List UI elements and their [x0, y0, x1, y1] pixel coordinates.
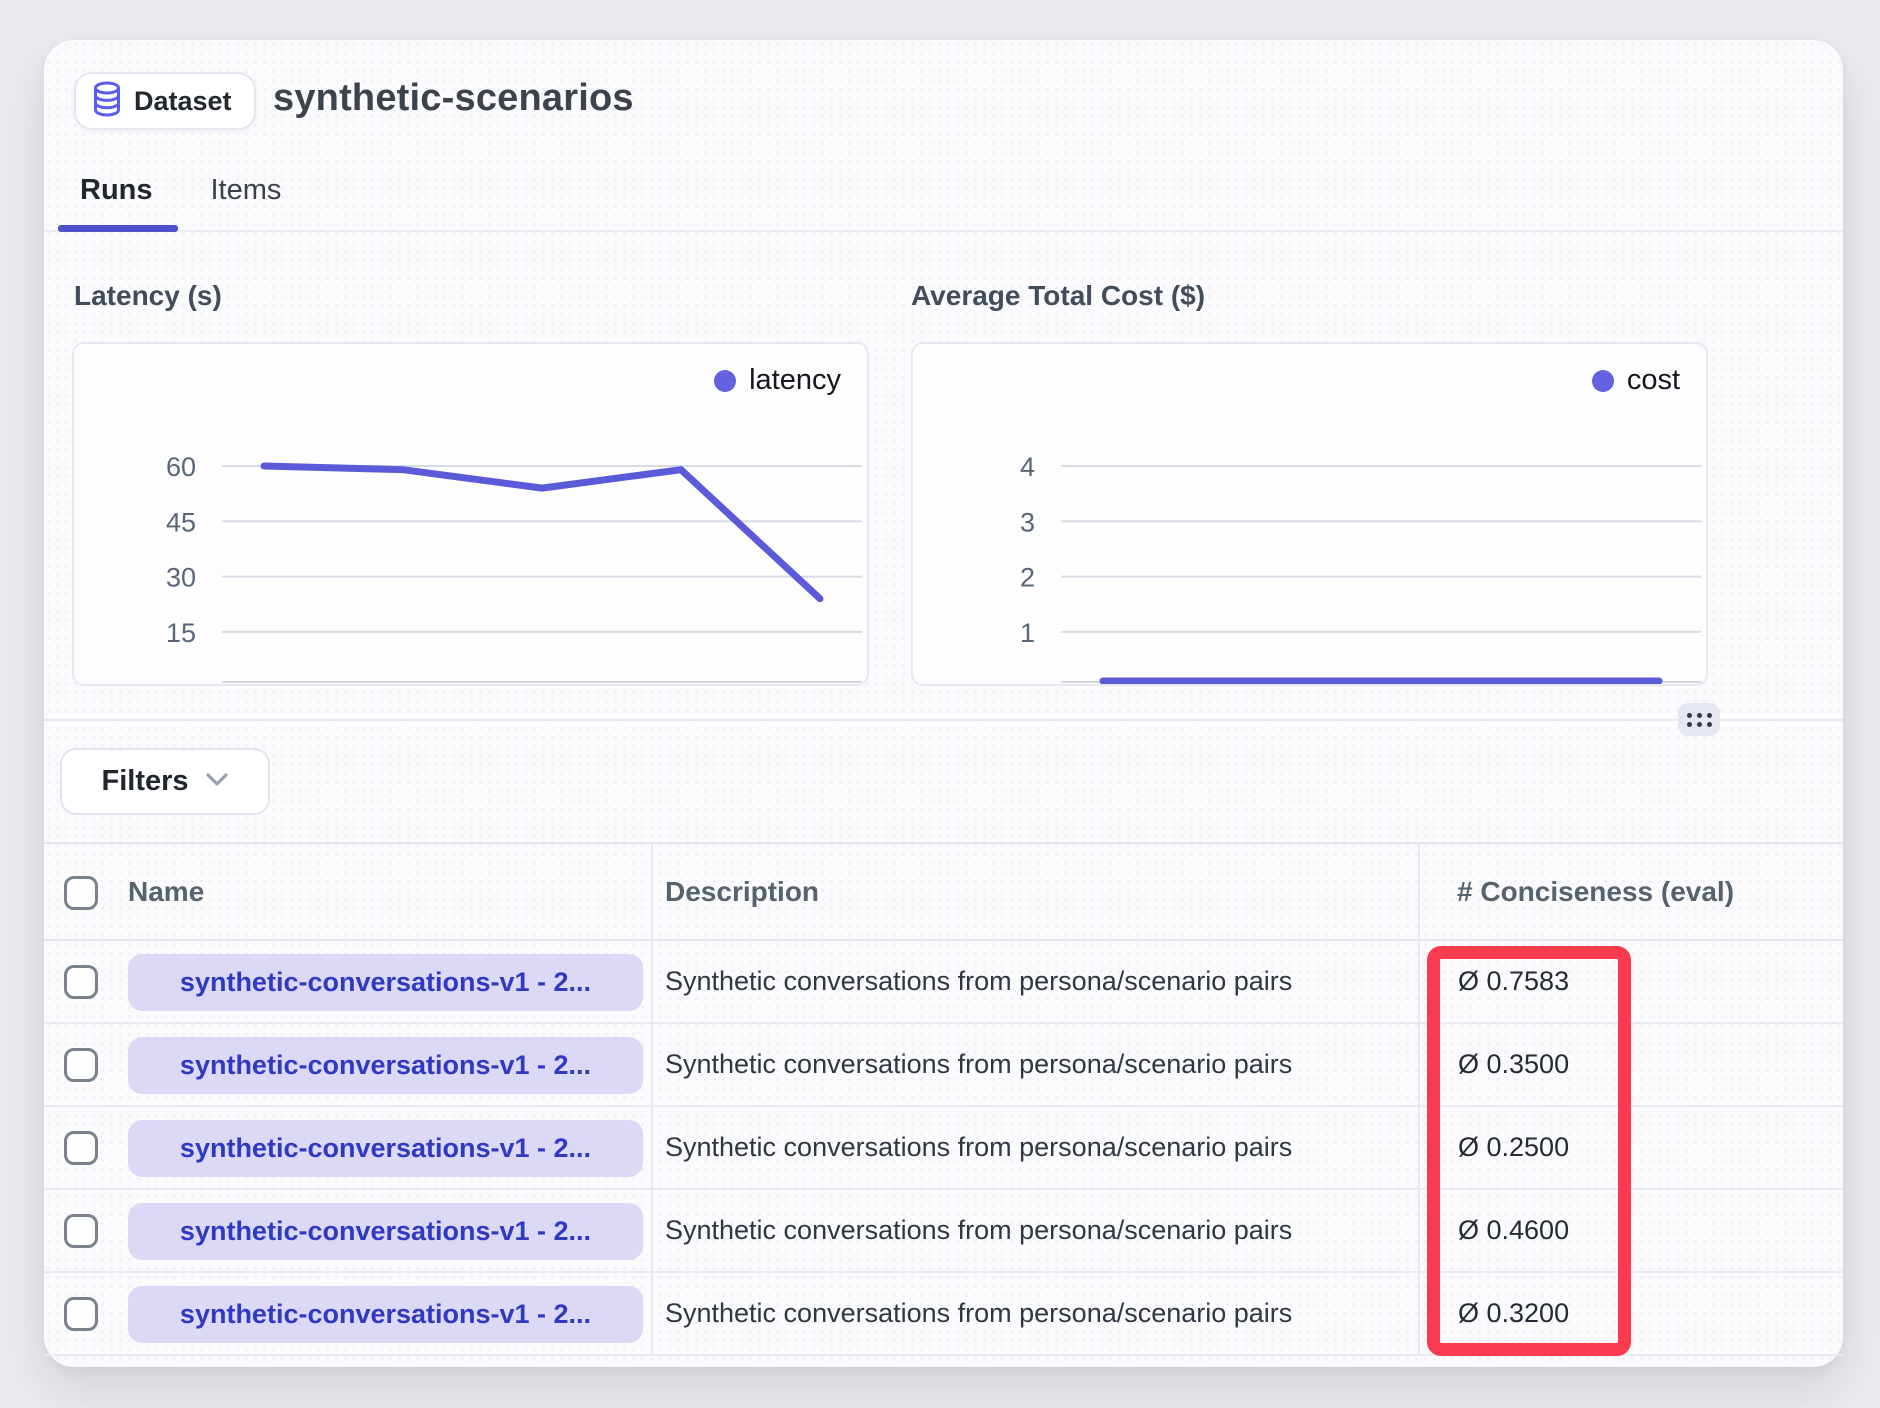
svg-text:4: 4 — [1020, 452, 1035, 482]
legend-dot-icon — [1592, 370, 1614, 392]
run-name-badge[interactable]: synthetic-conversations-v1 - 2... — [128, 1120, 643, 1177]
column-header-conciseness[interactable]: # Conciseness (eval) — [1457, 844, 1734, 939]
table-row[interactable]: synthetic-conversations-v1 - 2... Synthet… — [44, 1273, 1843, 1356]
chevron-down-icon — [205, 772, 229, 792]
row-checkbox[interactable] — [64, 1297, 98, 1331]
run-name-badge[interactable]: synthetic-conversations-v1 - 2... — [128, 1203, 643, 1260]
page-title: synthetic-scenarios — [273, 77, 634, 120]
cost-chart-card: 4 3 2 1 cost — [911, 342, 1708, 686]
conciseness-value: Ø 0.3200 — [1458, 1273, 1569, 1354]
run-description: Synthetic conversations from persona/sce… — [665, 941, 1292, 1022]
dataset-type-label: Dataset — [134, 86, 232, 117]
tab-items[interactable]: Items — [211, 174, 282, 207]
svg-text:1: 1 — [1020, 618, 1035, 648]
run-name-badge[interactable]: synthetic-conversations-v1 - 2... — [128, 1037, 643, 1094]
run-description: Synthetic conversations from persona/sce… — [665, 1190, 1292, 1271]
runs-table: Name Description # Conciseness (eval) sy… — [44, 842, 1843, 1356]
run-description: Synthetic conversations from persona/sce… — [665, 1273, 1292, 1354]
row-checkbox[interactable] — [64, 1214, 98, 1248]
table-row[interactable]: synthetic-conversations-v1 - 2... Synthet… — [44, 1107, 1843, 1190]
column-header-name[interactable]: Name — [128, 844, 204, 939]
table-row[interactable]: synthetic-conversations-v1 - 2... Synthet… — [44, 1190, 1843, 1273]
svg-text:60: 60 — [166, 452, 196, 482]
row-checkbox[interactable] — [64, 1048, 98, 1082]
drag-handle-icon[interactable] — [1678, 703, 1720, 736]
conciseness-value: Ø 0.7583 — [1458, 941, 1569, 1022]
active-tab-underline — [58, 225, 178, 232]
svg-text:2: 2 — [1020, 563, 1035, 593]
cost-chart-title: Average Total Cost ($) — [911, 280, 1205, 312]
database-icon — [92, 81, 122, 122]
row-checkbox[interactable] — [64, 1131, 98, 1165]
table-body: synthetic-conversations-v1 - 2... Synthet… — [44, 941, 1843, 1356]
select-all-checkbox[interactable] — [64, 876, 98, 910]
table-header-row: Name Description # Conciseness (eval) — [44, 842, 1843, 941]
legend-label: cost — [1627, 364, 1680, 397]
run-description: Synthetic conversations from persona/sce… — [665, 1107, 1292, 1188]
tab-runs[interactable]: Runs — [80, 174, 153, 207]
tab-bar: Runs Items — [80, 174, 281, 207]
dataset-card: Dataset synthetic-scenarios Runs Items L… — [44, 40, 1843, 1367]
conciseness-value: Ø 0.3500 — [1458, 1024, 1569, 1105]
cost-chart-svg: 4 3 2 1 — [913, 344, 1706, 684]
column-divider — [651, 842, 653, 1355]
column-header-description[interactable]: Description — [665, 844, 819, 939]
header-divider — [44, 230, 1843, 232]
filters-button[interactable]: Filters — [60, 748, 270, 815]
legend-label: latency — [749, 364, 841, 397]
svg-text:30: 30 — [166, 563, 196, 593]
cost-legend[interactable]: cost — [1592, 364, 1680, 397]
latency-chart-card: 60 45 30 15 latency — [72, 342, 869, 686]
table-row[interactable]: synthetic-conversations-v1 - 2... Synthet… — [44, 1024, 1843, 1107]
section-divider — [44, 719, 1843, 721]
svg-text:3: 3 — [1020, 507, 1035, 537]
filters-label: Filters — [101, 765, 188, 798]
dataset-type-badge: Dataset — [74, 72, 256, 130]
svg-text:45: 45 — [166, 507, 196, 537]
table-row[interactable]: synthetic-conversations-v1 - 2... Synthet… — [44, 941, 1843, 1024]
row-checkbox[interactable] — [64, 965, 98, 999]
run-name-badge[interactable]: synthetic-conversations-v1 - 2... — [128, 1286, 643, 1343]
latency-chart-title: Latency (s) — [74, 280, 222, 312]
run-name-badge[interactable]: synthetic-conversations-v1 - 2... — [128, 954, 643, 1011]
run-description: Synthetic conversations from persona/sce… — [665, 1024, 1292, 1105]
svg-text:15: 15 — [166, 618, 196, 648]
conciseness-value: Ø 0.2500 — [1458, 1107, 1569, 1188]
latency-legend[interactable]: latency — [714, 364, 841, 397]
conciseness-value: Ø 0.4600 — [1458, 1190, 1569, 1271]
legend-dot-icon — [714, 370, 736, 392]
column-divider — [1418, 842, 1420, 1355]
